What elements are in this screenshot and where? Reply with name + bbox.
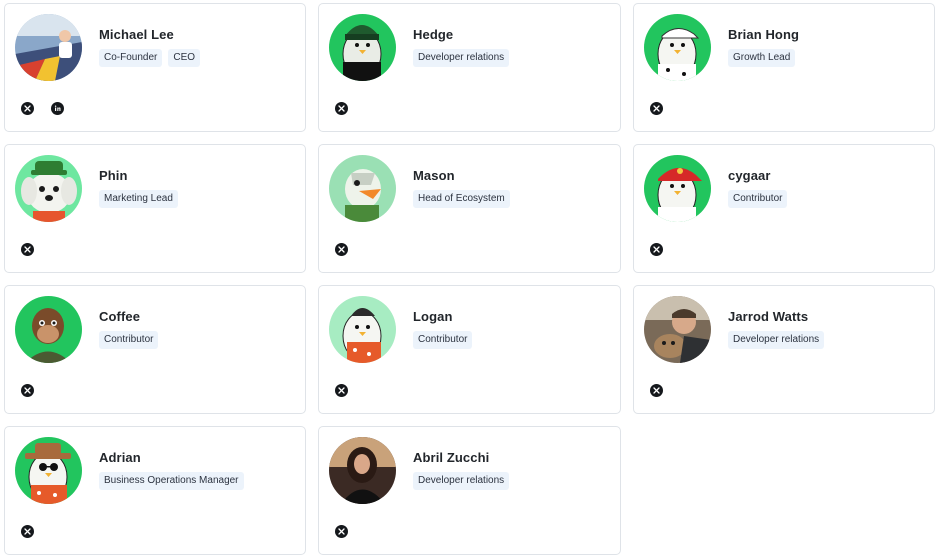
- member-name: Michael Lee: [99, 27, 174, 42]
- role-badge: Contributor: [413, 331, 473, 349]
- avatar: [644, 155, 711, 222]
- avatar: [15, 155, 82, 222]
- team-member-card: Abril Zucchi Developer relations: [318, 426, 621, 555]
- x-icon[interactable]: [650, 384, 663, 397]
- role-badges: Head of Ecosystem: [413, 190, 510, 208]
- team-member-card: Hedge Developer relations: [318, 3, 621, 132]
- member-name: Mason: [413, 168, 455, 183]
- avatar: [644, 14, 711, 81]
- social-links: [21, 102, 64, 115]
- social-links: [650, 384, 663, 397]
- role-badge: Developer relations: [728, 331, 825, 349]
- social-links: [335, 102, 348, 115]
- team-member-card: Jarrod Watts Developer relations: [633, 285, 935, 414]
- social-links: [335, 384, 348, 397]
- x-icon[interactable]: [21, 525, 34, 538]
- role-badge: CEO: [168, 49, 201, 67]
- x-icon[interactable]: [335, 243, 348, 256]
- role-badges: Contributor: [413, 331, 473, 349]
- social-links: [21, 384, 34, 397]
- role-badges: Developer relations: [413, 472, 510, 490]
- role-badge: Contributor: [99, 331, 159, 349]
- social-links: [335, 525, 348, 538]
- member-name: cygaar: [728, 168, 771, 183]
- x-icon[interactable]: [650, 243, 663, 256]
- role-badge: Developer relations: [413, 49, 510, 67]
- avatar: [15, 437, 82, 504]
- avatar: [329, 296, 396, 363]
- role-badge: Business Operations Manager: [99, 472, 244, 490]
- member-name: Jarrod Watts: [728, 309, 809, 324]
- team-member-card: Mason Head of Ecosystem: [318, 144, 621, 273]
- avatar: [15, 14, 82, 81]
- x-icon[interactable]: [21, 384, 34, 397]
- role-badge: Growth Lead: [728, 49, 796, 67]
- avatar: [329, 14, 396, 81]
- x-icon[interactable]: [21, 243, 34, 256]
- role-badge: Marketing Lead: [99, 190, 178, 208]
- role-badges: Growth Lead: [728, 49, 796, 67]
- avatar: [15, 296, 82, 363]
- linkedin-icon[interactable]: [51, 102, 64, 115]
- role-badges: Developer relations: [413, 49, 510, 67]
- social-links: [335, 243, 348, 256]
- member-name: Abril Zucchi: [413, 450, 490, 465]
- x-icon[interactable]: [335, 102, 348, 115]
- role-badges: Marketing Lead: [99, 190, 178, 208]
- role-badge: Head of Ecosystem: [413, 190, 510, 208]
- team-grid: Michael Lee Co-Founder CEO Hedge Developer …: [0, 0, 938, 555]
- role-badge: Developer relations: [413, 472, 510, 490]
- team-member-card: cygaar Contributor: [633, 144, 935, 273]
- member-name: Adrian: [99, 450, 141, 465]
- x-icon[interactable]: [335, 384, 348, 397]
- social-links: [21, 525, 34, 538]
- team-member-card: Coffee Contributor: [4, 285, 306, 414]
- member-name: Brian Hong: [728, 27, 800, 42]
- role-badges: Co-Founder CEO: [99, 49, 201, 67]
- member-name: Hedge: [413, 27, 454, 42]
- member-name: Phin: [99, 168, 128, 183]
- social-links: [21, 243, 34, 256]
- x-icon[interactable]: [335, 525, 348, 538]
- role-badges: Business Operations Manager: [99, 472, 244, 490]
- role-badges: Contributor: [728, 190, 788, 208]
- member-name: Coffee: [99, 309, 141, 324]
- x-icon[interactable]: [21, 102, 34, 115]
- team-member-card: Brian Hong Growth Lead: [633, 3, 935, 132]
- role-badge: Co-Founder: [99, 49, 163, 67]
- team-member-card: Logan Contributor: [318, 285, 621, 414]
- team-member-card: Phin Marketing Lead: [4, 144, 306, 273]
- role-badge: Contributor: [728, 190, 788, 208]
- team-member-card: Adrian Business Operations Manager: [4, 426, 306, 555]
- avatar: [329, 155, 396, 222]
- role-badges: Developer relations: [728, 331, 825, 349]
- avatar: [644, 296, 711, 363]
- avatar: [329, 437, 396, 504]
- social-links: [650, 102, 663, 115]
- member-name: Logan: [413, 309, 453, 324]
- role-badges: Contributor: [99, 331, 159, 349]
- team-member-card: Michael Lee Co-Founder CEO: [4, 3, 306, 132]
- social-links: [650, 243, 663, 256]
- x-icon[interactable]: [650, 102, 663, 115]
